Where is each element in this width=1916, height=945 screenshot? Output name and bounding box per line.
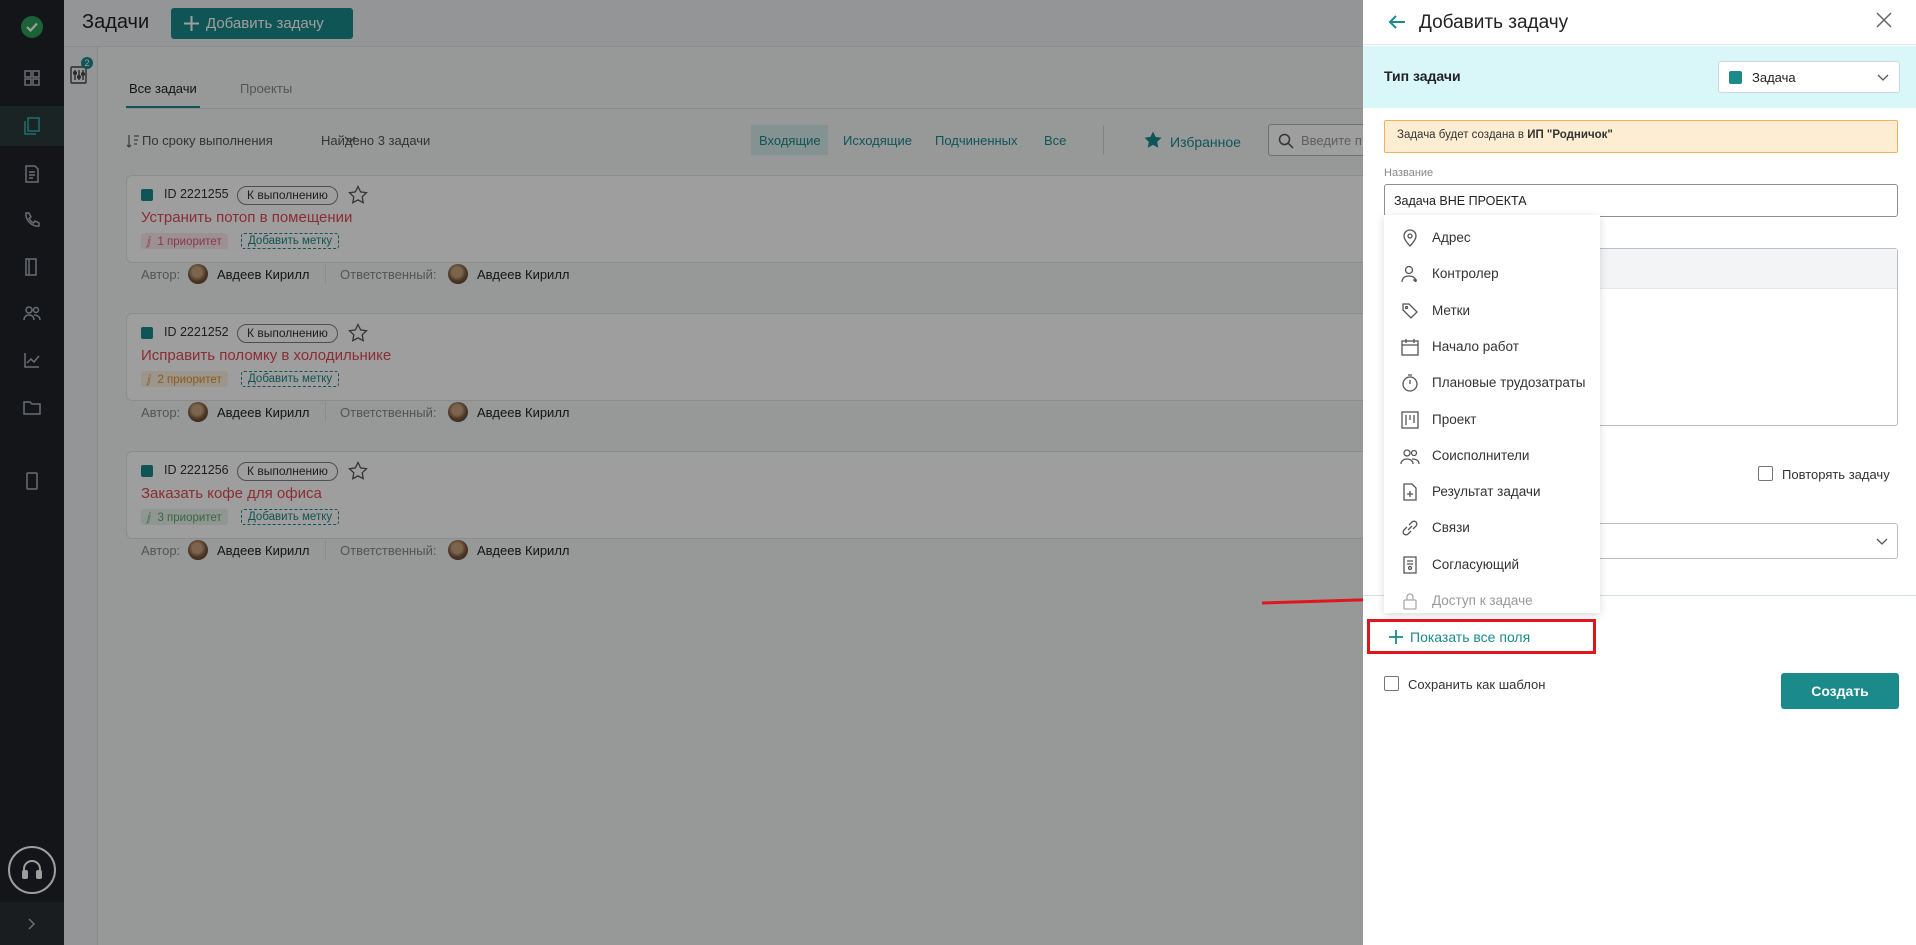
task-type-value: Задача (1752, 70, 1796, 85)
task-type-select[interactable]: Задача (1718, 61, 1900, 93)
panel-header: Добавить задачу (1363, 0, 1916, 45)
field-menu-item[interactable]: Связи (1384, 510, 1600, 546)
add-task-panel: Добавить задачу Тип задачи Задача Задача… (1363, 0, 1916, 945)
name-label: Название (1384, 167, 1434, 179)
user-plus-icon (1401, 266, 1417, 283)
org-notice-text: Задача будет создана в (1397, 129, 1528, 141)
org-notice-org: ИП "Родничок" (1527, 129, 1613, 141)
name-input-value: Задача ВНЕ ПРОЕКТА (1394, 194, 1527, 208)
pin-icon (1403, 229, 1417, 247)
back-arrow-icon[interactable] (1387, 12, 1407, 32)
stopwatch-icon (1402, 374, 1418, 392)
repeat-checkbox-box (1758, 466, 1773, 481)
save-template-label: Сохранить как шаблон (1408, 677, 1546, 692)
document-plus-icon (1403, 483, 1417, 501)
chevron-down-icon (1877, 74, 1889, 81)
repeat-label: Повторять задачу (1782, 467, 1890, 482)
field-menu-item[interactable]: Согласующий (1384, 547, 1600, 583)
lock-icon (1403, 593, 1417, 610)
name-input[interactable]: Задача ВНЕ ПРОЕКТА (1384, 184, 1898, 217)
field-menu-label: Соисполнители (1432, 447, 1530, 463)
field-menu-item[interactable]: Начало работ (1384, 329, 1600, 365)
modal-overlay[interactable] (0, 0, 1363, 945)
save-template-checkbox[interactable]: Сохранить как шаблон (1384, 675, 1564, 695)
field-menu-item[interactable]: Плановые трудозатраты (1384, 365, 1600, 401)
field-menu-label: Адрес (1432, 230, 1471, 245)
field-menu-label: Контролер (1432, 266, 1499, 282)
extra-fields-menu: Адрес Контролер Метки Начало работ Плано… (1384, 215, 1600, 613)
field-menu-label: Согласующий (1432, 556, 1520, 572)
org-notice: Задача будет создана в ИП "Родничок" (1384, 120, 1898, 153)
create-button-label: Создать (1811, 683, 1869, 699)
task-type-icon (1729, 71, 1742, 84)
field-menu-label: Связи (1432, 520, 1470, 536)
users-icon (1400, 449, 1420, 464)
kanban-icon (1401, 410, 1419, 429)
field-menu-label: Результат задачи (1432, 484, 1541, 500)
task-type-label: Тип задачи (1384, 68, 1461, 84)
task-type-row: Тип задачи Задача (1363, 46, 1916, 108)
field-menu-item[interactable]: Проект (1384, 402, 1600, 438)
tag-icon (1402, 302, 1418, 319)
save-template-box (1384, 676, 1399, 691)
approver-icon (1403, 556, 1417, 574)
repeat-checkbox[interactable]: Повторять задачу (1757, 465, 1902, 485)
field-menu-label: Начало работ (1432, 338, 1519, 354)
show-all-fields-button[interactable]: Показать все поля (1367, 619, 1596, 654)
field-menu-item[interactable]: Соисполнители (1384, 438, 1600, 474)
link-icon (1402, 520, 1418, 536)
field-menu-item: Доступ к задаче (1384, 583, 1600, 619)
field-menu-item[interactable]: Результат задачи (1384, 474, 1600, 510)
show-all-fields-label: Показать все поля (1410, 629, 1531, 645)
field-menu-label: Проект (1432, 411, 1477, 427)
close-icon[interactable] (1875, 11, 1893, 29)
field-menu-item[interactable]: Метки (1384, 293, 1600, 329)
field-menu-item[interactable]: Контролер (1384, 256, 1600, 292)
create-button[interactable]: Создать (1781, 673, 1899, 709)
field-menu-label: Доступ к задаче (1432, 593, 1533, 608)
plus-icon (1389, 630, 1403, 644)
chevron-down-icon (1876, 538, 1888, 545)
panel-title: Добавить задачу (1419, 12, 1569, 33)
field-menu-item[interactable]: Адрес (1384, 220, 1600, 256)
calendar-icon (1401, 338, 1419, 356)
field-menu-label: Метки (1432, 302, 1471, 318)
field-menu-label: Плановые трудозатраты (1432, 375, 1586, 391)
